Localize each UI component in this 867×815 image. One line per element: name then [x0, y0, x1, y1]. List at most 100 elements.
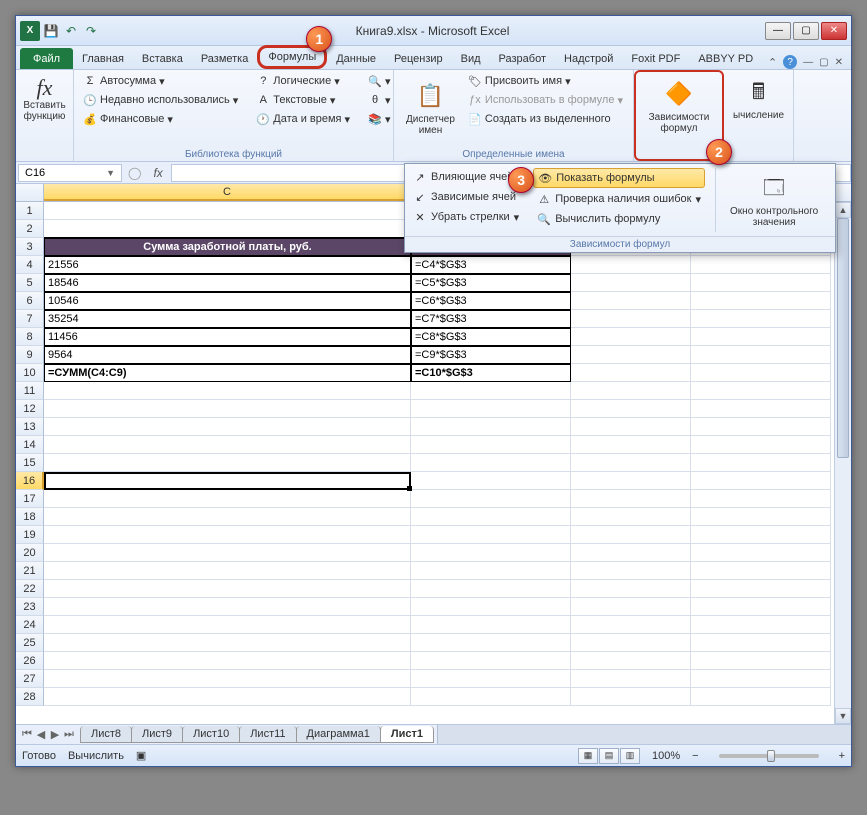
cell-D8[interactable]: =C8*$G$3: [411, 328, 571, 346]
row-header[interactable]: 10: [16, 364, 44, 382]
evaluate-formula-button[interactable]: 🔍Вычислить формулу: [533, 210, 705, 228]
cell-C7[interactable]: 35254: [44, 310, 411, 328]
cell-E12[interactable]: [571, 400, 691, 418]
zoom-thumb[interactable]: [767, 750, 775, 762]
cell-D19[interactable]: [411, 526, 571, 544]
financial-button[interactable]: 💰Финансовые ▾: [80, 110, 241, 128]
row-header[interactable]: 27: [16, 670, 44, 688]
cell-F11[interactable]: [691, 382, 831, 400]
cell-E17[interactable]: [571, 490, 691, 508]
cell-D17[interactable]: [411, 490, 571, 508]
cell-D27[interactable]: [411, 670, 571, 688]
cell-F7[interactable]: [691, 310, 831, 328]
row-header[interactable]: 1: [16, 202, 44, 220]
cell-E14[interactable]: [571, 436, 691, 454]
cell-E25[interactable]: [571, 634, 691, 652]
cell-D12[interactable]: [411, 400, 571, 418]
view-normal-button[interactable]: ▦: [578, 748, 598, 764]
inner-minimize-icon[interactable]: —: [803, 57, 813, 68]
cell-F18[interactable]: [691, 508, 831, 526]
cell-D10[interactable]: =C10*$G$3: [411, 364, 571, 382]
row-header[interactable]: 14: [16, 436, 44, 454]
row-header[interactable]: 11: [16, 382, 44, 400]
cell-E18[interactable]: [571, 508, 691, 526]
cell-C19[interactable]: [44, 526, 411, 544]
inner-restore-icon[interactable]: ▢: [819, 57, 828, 68]
cell-D11[interactable]: [411, 382, 571, 400]
close-button[interactable]: ✕: [821, 22, 847, 40]
col-header-c[interactable]: C: [44, 184, 411, 201]
cell-F5[interactable]: [691, 274, 831, 292]
row-header[interactable]: 25: [16, 634, 44, 652]
cell-F28[interactable]: [691, 688, 831, 706]
cell-F26[interactable]: [691, 652, 831, 670]
cell-E11[interactable]: [571, 382, 691, 400]
cell-F10[interactable]: [691, 364, 831, 382]
tab-data[interactable]: Данные: [327, 48, 385, 69]
row-header[interactable]: 18: [16, 508, 44, 526]
row-header[interactable]: 20: [16, 544, 44, 562]
cell-E16[interactable]: [571, 472, 691, 490]
cell-C8[interactable]: 11456: [44, 328, 411, 346]
cell-C11[interactable]: [44, 382, 411, 400]
cell-C16[interactable]: [44, 472, 411, 490]
cell-C6[interactable]: 10546: [44, 292, 411, 310]
cell-D25[interactable]: [411, 634, 571, 652]
cell-E7[interactable]: [571, 310, 691, 328]
cell-E22[interactable]: [571, 580, 691, 598]
cell-F19[interactable]: [691, 526, 831, 544]
logical-button[interactable]: ?Логические ▾: [253, 72, 353, 90]
error-check-button[interactable]: ⚠Проверка наличия ошибок ▾: [533, 190, 705, 208]
cell-E13[interactable]: [571, 418, 691, 436]
scroll-up-icon[interactable]: ▲: [835, 202, 851, 218]
sheet-first-icon[interactable]: ⏮: [20, 728, 34, 741]
cell-D15[interactable]: [411, 454, 571, 472]
cell-D6[interactable]: =C6*$G$3: [411, 292, 571, 310]
inner-close-icon[interactable]: ✕: [835, 57, 843, 68]
sheet-next-icon[interactable]: ▶: [48, 728, 62, 741]
cell-D21[interactable]: [411, 562, 571, 580]
cell-C21[interactable]: [44, 562, 411, 580]
cell-C5[interactable]: 18546: [44, 274, 411, 292]
sheet-prev-icon[interactable]: ◀: [34, 728, 48, 741]
formula-auditing-button[interactable]: 🔶 Зависимости формул 2: [634, 70, 724, 161]
row-header[interactable]: 8: [16, 328, 44, 346]
cell-E23[interactable]: [571, 598, 691, 616]
cell-F27[interactable]: [691, 670, 831, 688]
define-name-button[interactable]: 🏷Присвоить имя ▾: [465, 72, 626, 90]
scroll-thumb[interactable]: [837, 218, 849, 458]
cell-C22[interactable]: [44, 580, 411, 598]
vertical-scrollbar[interactable]: ▲ ▼: [834, 202, 851, 724]
cell-D18[interactable]: [411, 508, 571, 526]
horizontal-scrollbar[interactable]: [437, 725, 851, 744]
cell-E5[interactable]: [571, 274, 691, 292]
tab-foxit[interactable]: Foxit PDF: [622, 48, 689, 69]
cell-F15[interactable]: [691, 454, 831, 472]
cell-C13[interactable]: [44, 418, 411, 436]
row-header[interactable]: 13: [16, 418, 44, 436]
cell-F21[interactable]: [691, 562, 831, 580]
cell-D14[interactable]: [411, 436, 571, 454]
zoom-out-button[interactable]: −: [692, 750, 698, 762]
cell-E21[interactable]: [571, 562, 691, 580]
cell-F16[interactable]: [691, 472, 831, 490]
remove-arrows-button[interactable]: ✕Убрать стрелки ▾: [409, 208, 523, 226]
watch-window-button[interactable]: 🗔 Окно контрольного значения: [724, 168, 824, 232]
trace-precedents-button[interactable]: ↗Влияющие ячей: [409, 168, 523, 186]
tab-layout[interactable]: Разметка: [192, 48, 258, 69]
cell-D9[interactable]: =C9*$G$3: [411, 346, 571, 364]
row-header[interactable]: 7: [16, 310, 44, 328]
cell-C10[interactable]: =СУММ(C4:C9): [44, 364, 411, 382]
cell-F22[interactable]: [691, 580, 831, 598]
tab-home[interactable]: Главная: [73, 48, 133, 69]
sheet-last-icon[interactable]: ⏭: [62, 728, 76, 741]
name-manager-button[interactable]: 📋 Диспетчер имен: [400, 72, 461, 144]
name-box[interactable]: C16 ▼: [18, 164, 122, 182]
insert-function-button[interactable]: fx Вставить функцию: [22, 72, 67, 126]
row-header[interactable]: 15: [16, 454, 44, 472]
help-icon[interactable]: ?: [783, 55, 797, 69]
cell-F12[interactable]: [691, 400, 831, 418]
cell-D16[interactable]: [411, 472, 571, 490]
scroll-down-icon[interactable]: ▼: [835, 708, 851, 724]
cell-E9[interactable]: [571, 346, 691, 364]
